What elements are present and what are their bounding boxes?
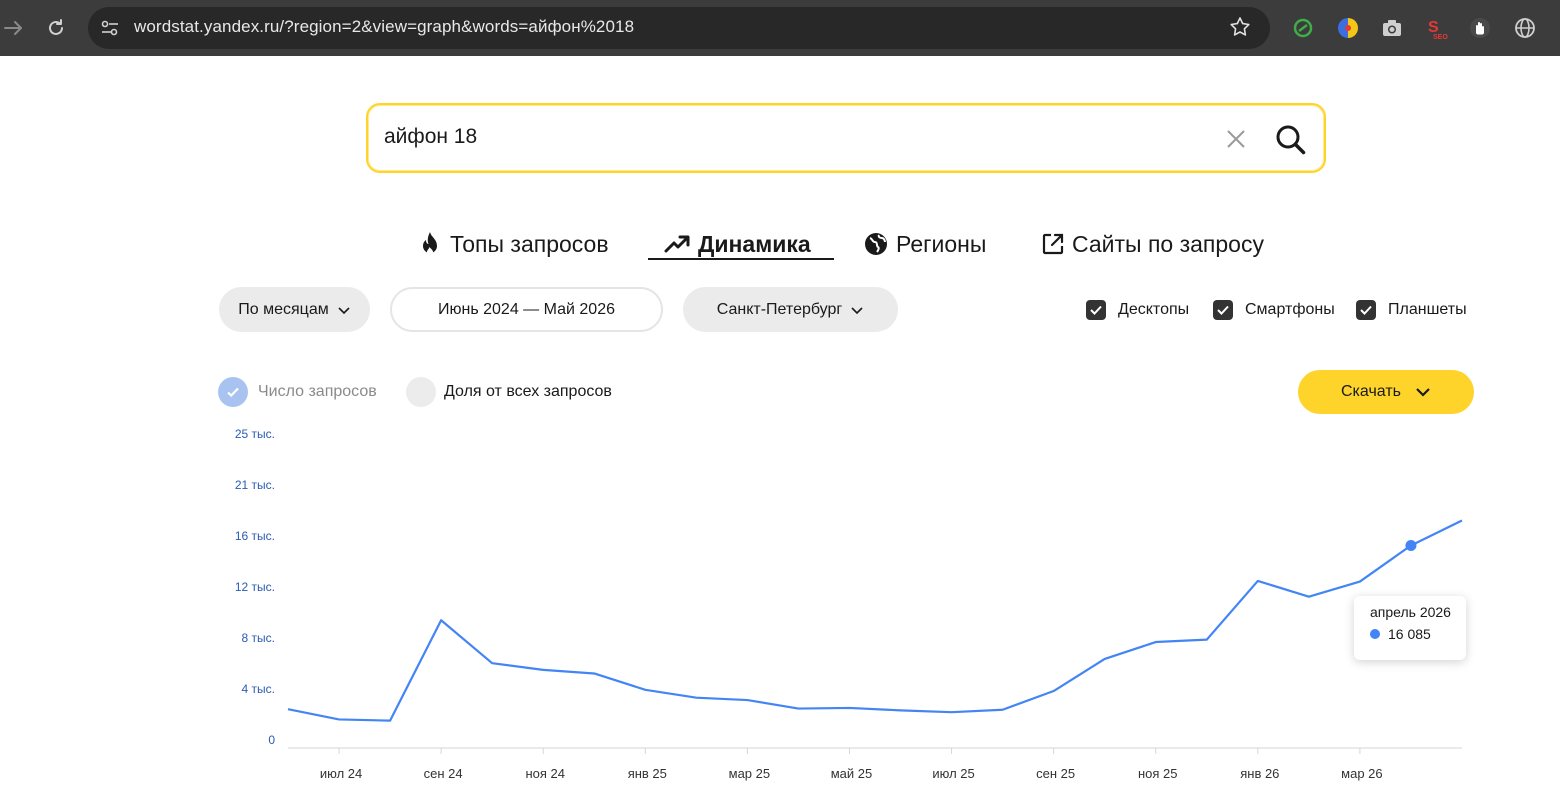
tab-dynamics[interactable]: Динамика xyxy=(664,226,811,262)
y-tick-label: 0 xyxy=(268,733,275,747)
trend-icon xyxy=(664,235,690,253)
seo-quake-icon[interactable]: S SEO xyxy=(1424,16,1448,41)
y-tick-label: 4 тыс. xyxy=(242,682,275,696)
download-label: Скачать xyxy=(1341,383,1401,400)
highlight-point xyxy=(1405,539,1417,551)
camera-ext-icon[interactable] xyxy=(1380,16,1404,40)
bookmark-star-icon[interactable] xyxy=(1228,15,1252,39)
clear-icon[interactable] xyxy=(1224,127,1248,151)
reload-icon[interactable] xyxy=(42,14,70,42)
y-tick-label: 8 тыс. xyxy=(242,631,275,645)
y-tick-label: 25 тыс. xyxy=(235,427,275,441)
checkbox-label: Смартфоны xyxy=(1245,301,1335,318)
x-tick-label: май 25 xyxy=(831,766,873,781)
checkbox-label: Планшеты xyxy=(1388,301,1467,318)
chart-tooltip: апрель 2026 16 085 xyxy=(1354,596,1466,660)
url-text[interactable]: wordstat.yandex.ru/?region=2&view=graph&… xyxy=(134,17,634,37)
x-tick-label: янв 25 xyxy=(628,766,667,781)
checkbox-checked-icon[interactable] xyxy=(1086,300,1106,320)
tab-label: Топы запросов xyxy=(450,230,609,257)
date-range-picker[interactable]: Июнь 2024 — Май 2026 xyxy=(390,287,663,332)
globe-ext-icon[interactable] xyxy=(1513,16,1537,40)
external-link-icon xyxy=(1042,233,1064,255)
globe-icon xyxy=(865,233,887,255)
smartphone-checkbox[interactable]: Смартфоны xyxy=(1213,298,1335,322)
tab-label: Сайты по запросу xyxy=(1072,230,1264,257)
browser-toolbar: wordstat.yandex.ru/?region=2&view=graph&… xyxy=(0,0,1560,56)
fire-icon xyxy=(423,232,437,255)
date-range-label: Июнь 2024 — Май 2026 xyxy=(438,300,615,318)
x-tick-label: янв 26 xyxy=(1240,766,1279,781)
tab-label: Регионы xyxy=(896,230,987,257)
checkbox-checked-icon[interactable] xyxy=(1356,300,1376,320)
x-tick-label: мар 26 xyxy=(1341,766,1382,781)
desktop-checkbox[interactable]: Десктопы xyxy=(1086,298,1189,322)
search-input[interactable] xyxy=(384,125,1204,149)
address-bar[interactable]: wordstat.yandex.ru/?region=2&view=graph&… xyxy=(88,7,1270,49)
tab-sites[interactable]: Сайты по запросу xyxy=(1042,226,1264,262)
region-select-label: Санкт-Петербург xyxy=(716,300,843,318)
x-tick-label: мар 25 xyxy=(729,766,770,781)
metric-share-option[interactable]: Доля от всех запросов xyxy=(406,376,612,408)
x-tick-label: июл 25 xyxy=(932,766,974,781)
hand-ext-icon[interactable] xyxy=(1468,16,1492,40)
line-chart: 0 4 тыс. 8 тыс. 12 тыс. 16 тыс. 21 тыс. 25 тыс… xyxy=(235,427,1463,781)
period-select[interactable]: По месяцам xyxy=(219,287,370,332)
search-icon[interactable] xyxy=(1274,123,1308,157)
radio-selected-icon[interactable] xyxy=(218,377,248,407)
y-tick-label: 21 тыс. xyxy=(235,478,275,492)
region-select[interactable]: Санкт-Петербург xyxy=(683,287,898,332)
x-tick-label: июл 24 xyxy=(320,766,362,781)
tab-top-queries[interactable]: Топы запросов xyxy=(418,226,609,262)
checkbox-checked-icon[interactable] xyxy=(1213,300,1233,320)
svg-text:SEO: SEO xyxy=(1433,34,1448,40)
series-dot-icon xyxy=(1370,629,1380,639)
download-button[interactable]: Скачать xyxy=(1298,370,1474,414)
metric-share-label: Доля от всех запросов xyxy=(444,383,612,400)
x-tick-label: ноя 25 xyxy=(1138,766,1178,781)
tab-label: Динамика xyxy=(698,230,811,257)
active-tab-underline xyxy=(648,258,834,260)
tooltip-title: апрель 2026 xyxy=(1370,604,1451,620)
site-settings-icon[interactable] xyxy=(98,16,122,40)
tooltip-value: 16 085 xyxy=(1388,626,1431,642)
x-tick-label: ноя 24 xyxy=(525,766,565,781)
metric-count-label: Число запросов xyxy=(258,383,377,400)
chevron-down-icon xyxy=(338,306,350,314)
y-tick-label: 16 тыс. xyxy=(235,529,275,543)
series-line xyxy=(287,519,1463,722)
search-box xyxy=(366,103,1326,173)
chevron-down-icon xyxy=(1416,388,1430,397)
x-tick-label: сен 24 xyxy=(424,766,463,781)
tablet-checkbox[interactable]: Планшеты xyxy=(1356,298,1467,322)
radio-unselected-icon[interactable] xyxy=(406,377,436,407)
chevron-down-icon xyxy=(851,306,863,314)
metric-count-option[interactable]: Число запросов xyxy=(218,376,377,408)
forward-icon[interactable] xyxy=(0,14,28,42)
period-select-label: По месяцам xyxy=(238,300,329,318)
colorful-ext-icon[interactable] xyxy=(1336,16,1360,40)
checkbox-label: Десктопы xyxy=(1118,301,1190,318)
y-tick-label: 12 тыс. xyxy=(235,580,275,594)
tab-regions[interactable]: Регионы xyxy=(864,226,986,262)
seo-ext-icon[interactable] xyxy=(1291,16,1315,40)
x-tick-label: сен 25 xyxy=(1036,766,1075,781)
